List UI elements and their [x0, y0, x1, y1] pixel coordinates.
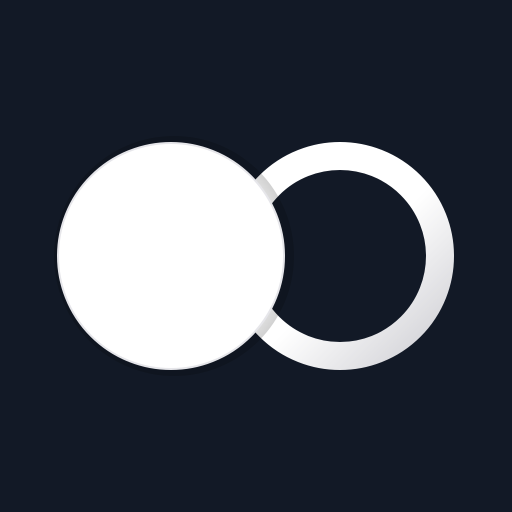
solid-circle-icon — [57, 142, 285, 370]
app-icon-canvas — [0, 0, 512, 512]
app-logo-icon — [0, 0, 512, 512]
